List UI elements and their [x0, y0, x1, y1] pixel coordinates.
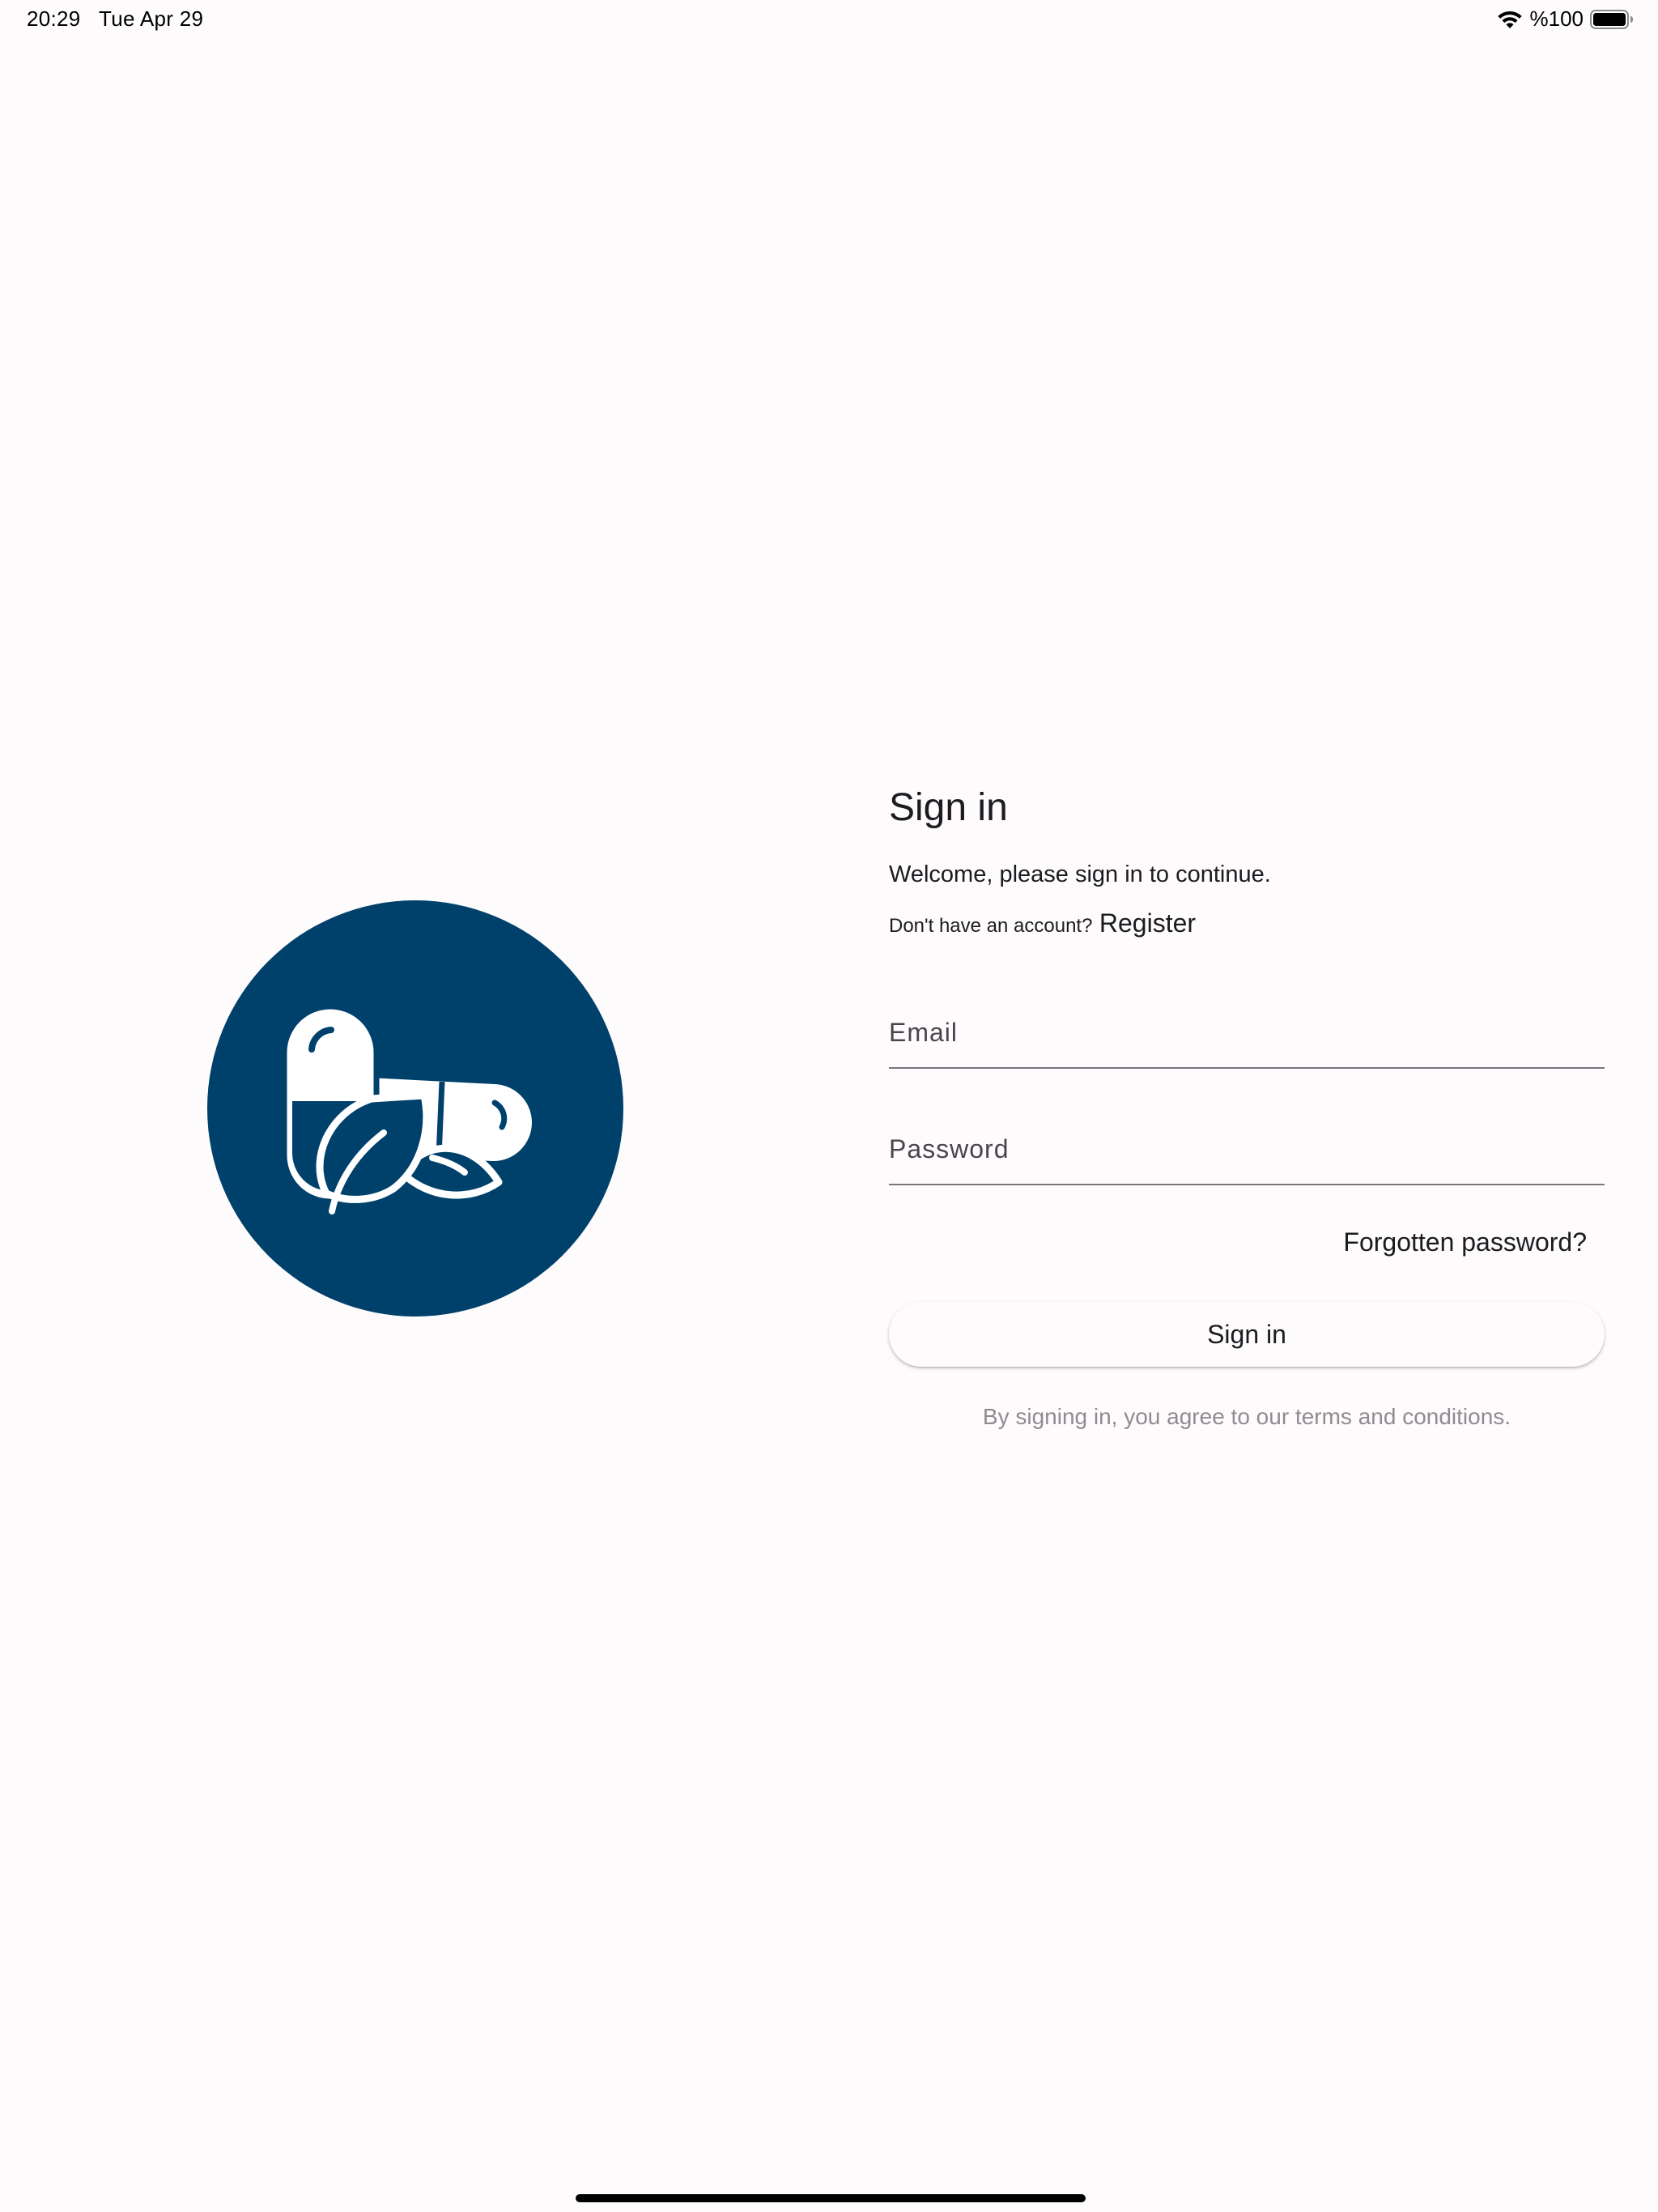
status-indicators: %100	[1496, 6, 1635, 32]
home-indicator[interactable]	[576, 2194, 1086, 2202]
page-title: Sign in	[889, 786, 1008, 829]
welcome-message: Welcome, please sign in to continue.	[889, 861, 1271, 887]
email-field-container	[889, 1001, 1605, 1069]
no-account-text: Don't have an account?	[889, 915, 1093, 937]
terms-notice: By signing in, you agree to our terms an…	[982, 1404, 1511, 1429]
pill-leaf-icon	[207, 900, 623, 1317]
status-time: 20:29	[27, 6, 81, 31]
password-field-container	[889, 1117, 1605, 1185]
password-input[interactable]	[889, 1117, 1605, 1180]
wifi-icon	[1496, 9, 1524, 30]
forgot-password-link[interactable]: Forgotten password?	[1343, 1227, 1587, 1257]
register-prompt: Don't have an account? Register	[889, 908, 1196, 938]
battery-full-icon	[1590, 9, 1634, 30]
battery-percentage: %100	[1529, 6, 1584, 31]
sign-in-button[interactable]: Sign in	[889, 1302, 1605, 1367]
email-input[interactable]	[889, 1001, 1605, 1064]
register-link[interactable]: Register	[1099, 908, 1196, 938]
status-bar: 20:29 Tue Apr 29 %100	[0, 0, 1658, 39]
status-date: Tue Apr 29	[99, 6, 204, 31]
app-logo	[207, 900, 623, 1317]
